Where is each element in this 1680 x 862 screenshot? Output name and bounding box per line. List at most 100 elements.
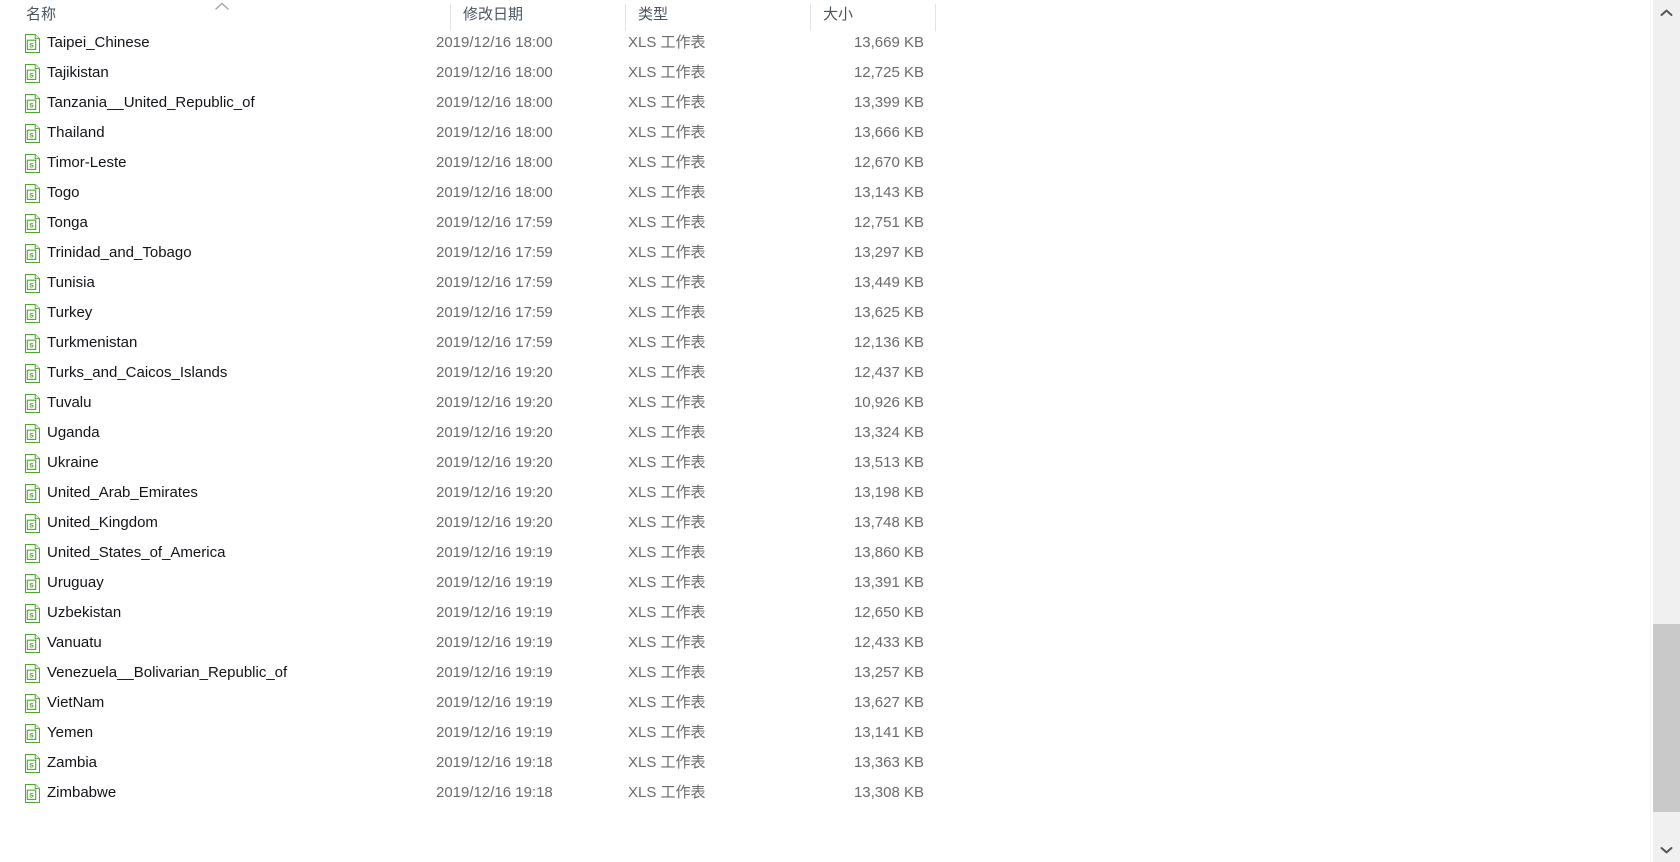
xls-worksheet-icon: s: [25, 304, 40, 323]
file-size: 13,627 KB: [853, 694, 924, 711]
xls-worksheet-icon: s: [25, 724, 40, 743]
file-row[interactable]: s Tuvalu 2019/12/16 19:20 XLS 工作表 10,926 KB: [0, 388, 1650, 418]
column-header-type-label: 类型: [638, 6, 669, 23]
file-row[interactable]: s VietNam 2019/12/16 19:19 XLS 工作表 13,627 KB: [0, 688, 1650, 718]
xls-worksheet-icon: s: [25, 64, 40, 83]
file-row[interactable]: s Tonga 2019/12/16 17:59 XLS 工作表 12,751 KB: [0, 208, 1650, 238]
file-size: 12,725 KB: [853, 64, 924, 81]
file-size: 13,449 KB: [853, 274, 924, 291]
scrollbar-thumb[interactable]: [1653, 624, 1680, 812]
file-row[interactable]: s Togo 2019/12/16 18:00 XLS 工作表 13,143 KB: [0, 178, 1650, 208]
column-separator-4[interactable]: [935, 4, 936, 31]
file-size: 13,363 KB: [853, 754, 924, 771]
file-type: XLS 工作表: [628, 364, 706, 381]
file-explorer-window: 名称 修改日期 类型 大小 s Taipei_Chinese 2019/12/16 …: [0, 0, 1680, 862]
scroll-up-button[interactable]: [1653, 0, 1680, 25]
file-date-modified: 2019/12/16 19:19: [436, 694, 553, 711]
file-name: Timor-Leste: [47, 154, 127, 171]
file-size: 13,143 KB: [853, 184, 924, 201]
svg-text:s: s: [29, 610, 34, 619]
file-date-modified: 2019/12/16 19:20: [436, 454, 553, 471]
file-row[interactable]: s Tanzania__United_Republic_of 2019/12/16 …: [0, 88, 1650, 118]
file-row[interactable]: s Taipei_Chinese 2019/12/16 18:00 XLS 工作表 13…: [0, 31, 1650, 58]
svg-text:s: s: [29, 370, 34, 379]
file-list-viewport[interactable]: s Taipei_Chinese 2019/12/16 18:00 XLS 工作表 13…: [0, 31, 1650, 862]
file-size: 13,257 KB: [853, 664, 924, 681]
file-type: XLS 工作表: [628, 784, 706, 801]
svg-text:s: s: [29, 430, 34, 439]
file-type: XLS 工作表: [628, 124, 706, 141]
file-row[interactable]: s United_Kingdom 2019/12/16 19:20 XLS 工作表 13…: [0, 508, 1650, 538]
svg-text:s: s: [29, 70, 34, 79]
scroll-down-button[interactable]: [1653, 837, 1680, 862]
file-row[interactable]: s United_Arab_Emirates 2019/12/16 19:20 XLS…: [0, 478, 1650, 508]
xls-worksheet-icon: s: [25, 154, 40, 173]
file-type: XLS 工作表: [628, 214, 706, 231]
file-row[interactable]: s Zimbabwe 2019/12/16 19:18 XLS 工作表 13,308 K…: [0, 778, 1650, 808]
file-row[interactable]: s Tunisia 2019/12/16 17:59 XLS 工作表 13,449 KB: [0, 268, 1650, 298]
file-date-modified: 2019/12/16 19:19: [436, 544, 553, 561]
file-date-modified: 2019/12/16 19:20: [436, 484, 553, 501]
file-type: XLS 工作表: [628, 154, 706, 171]
file-row[interactable]: s Vanuatu 2019/12/16 19:19 XLS 工作表 12,433 KB: [0, 628, 1650, 658]
file-name: Uzbekistan: [47, 604, 122, 621]
file-size: 13,513 KB: [853, 454, 924, 471]
xls-worksheet-icon: s: [25, 334, 40, 353]
file-size: 13,308 KB: [853, 784, 924, 801]
file-size: 13,669 KB: [853, 34, 924, 51]
file-date-modified: 2019/12/16 19:20: [436, 394, 553, 411]
xls-worksheet-icon: s: [25, 784, 40, 803]
pane-divider: [1650, 0, 1651, 862]
column-header-type[interactable]: 类型: [626, 0, 810, 31]
file-size: 13,748 KB: [853, 514, 924, 531]
file-row[interactable]: s Zambia 2019/12/16 19:18 XLS 工作表 13,363 KB: [0, 748, 1650, 778]
file-type: XLS 工作表: [628, 94, 706, 111]
file-date-modified: 2019/12/16 18:00: [436, 184, 553, 201]
file-name: Turks_and_Caicos_Islands: [47, 364, 228, 381]
vertical-scrollbar[interactable]: [1653, 0, 1680, 862]
file-row[interactable]: s Turks_and_Caicos_Islands 2019/12/16 19:2…: [0, 358, 1650, 388]
file-size: 13,198 KB: [853, 484, 924, 501]
file-row[interactable]: s Ukraine 2019/12/16 19:20 XLS 工作表 13,513 KB: [0, 448, 1650, 478]
column-header-date-modified[interactable]: 修改日期: [451, 0, 625, 31]
file-date-modified: 2019/12/16 17:59: [436, 214, 553, 231]
file-date-modified: 2019/12/16 19:19: [436, 574, 553, 591]
file-row[interactable]: s Uganda 2019/12/16 19:20 XLS 工作表 13,324 KB: [0, 418, 1650, 448]
file-row[interactable]: s Venezuela__Bolivarian_Republic_of 2019/1…: [0, 658, 1650, 688]
file-name: Yemen: [47, 724, 94, 741]
file-size: 13,391 KB: [853, 574, 924, 591]
xls-worksheet-icon: s: [25, 424, 40, 443]
file-type: XLS 工作表: [628, 304, 706, 321]
file-size: 13,860 KB: [853, 544, 924, 561]
svg-text:s: s: [29, 760, 34, 769]
xls-worksheet-icon: s: [25, 544, 40, 563]
file-type: XLS 工作表: [628, 64, 706, 81]
file-name: Tonga: [47, 214, 88, 231]
file-row[interactable]: s Timor-Leste 2019/12/16 18:00 XLS 工作表 12,67…: [0, 148, 1650, 178]
file-row[interactable]: s Uzbekistan 2019/12/16 19:19 XLS 工作表 12,650…: [0, 598, 1650, 628]
file-date-modified: 2019/12/16 19:18: [436, 784, 553, 801]
file-row[interactable]: s Trinidad_and_Tobago 2019/12/16 17:59 XLS …: [0, 238, 1650, 268]
svg-text:s: s: [29, 580, 34, 589]
file-name: Taipei_Chinese: [47, 34, 150, 51]
file-row[interactable]: s Tajikistan 2019/12/16 18:00 XLS 工作表 12,725…: [0, 58, 1650, 88]
file-name: VietNam: [47, 694, 105, 711]
xls-worksheet-icon: s: [25, 454, 40, 473]
file-row[interactable]: s Uruguay 2019/12/16 19:19 XLS 工作表 13,391 KB: [0, 568, 1650, 598]
file-name: Zimbabwe: [47, 784, 117, 801]
xls-worksheet-icon: s: [25, 244, 40, 263]
file-row[interactable]: s Turkey 2019/12/16 17:59 XLS 工作表 13,625 KB: [0, 298, 1650, 328]
file-date-modified: 2019/12/16 18:00: [436, 34, 553, 51]
file-size: 13,297 KB: [853, 244, 924, 261]
file-row[interactable]: s Yemen 2019/12/16 19:19 XLS 工作表 13,141 KB: [0, 718, 1650, 748]
file-row[interactable]: s United_States_of_America 2019/12/16 19:1…: [0, 538, 1650, 568]
file-row[interactable]: s Turkmenistan 2019/12/16 17:59 XLS 工作表 12,1…: [0, 328, 1650, 358]
xls-worksheet-icon: s: [25, 754, 40, 773]
file-type: XLS 工作表: [628, 694, 706, 711]
svg-text:s: s: [29, 640, 34, 649]
column-header-size[interactable]: 大小: [811, 0, 935, 31]
svg-text:s: s: [29, 100, 34, 109]
svg-text:s: s: [29, 670, 34, 679]
file-type: XLS 工作表: [628, 604, 706, 621]
file-row[interactable]: s Thailand 2019/12/16 18:00 XLS 工作表 13,666 K…: [0, 118, 1650, 148]
